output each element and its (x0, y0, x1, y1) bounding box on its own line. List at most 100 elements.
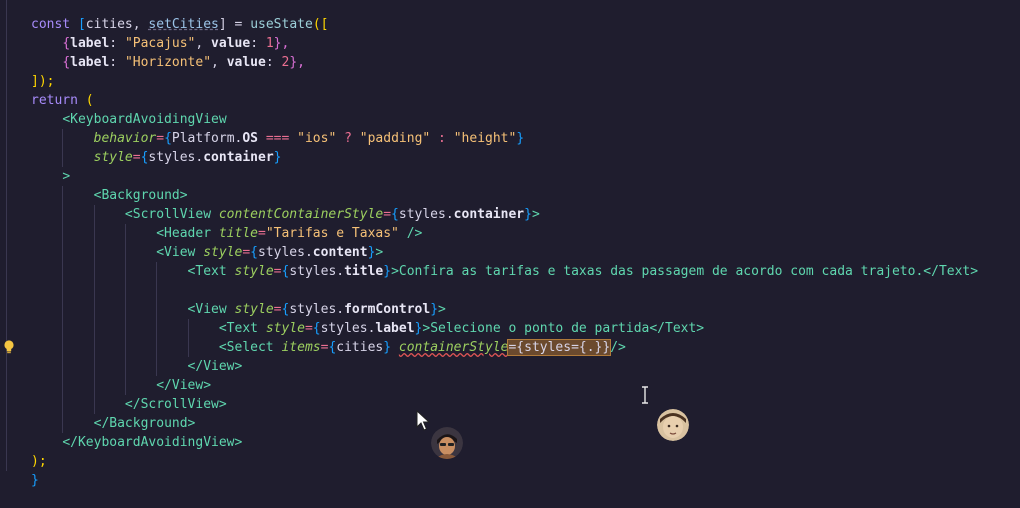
code-line[interactable]: } (31, 471, 39, 490)
code-editor[interactable]: const [cities, setCities] = useState([ {… (0, 0, 1020, 508)
code-token: = (242, 245, 251, 260)
code-token: } (430, 302, 439, 317)
code-line[interactable]: ]); (31, 72, 54, 91)
code-line[interactable]: <Select items={cities} containerStyle={s… (31, 338, 626, 357)
code-token: ] = (218, 17, 251, 32)
code-token: { (164, 131, 172, 146)
code-line[interactable]: </View> (31, 376, 211, 395)
code-token: { (391, 207, 399, 222)
code-token: <Text (187, 264, 235, 279)
code-token: <Select (218, 340, 282, 355)
code-token: } (516, 131, 525, 146)
code-token: styles (148, 150, 196, 165)
code-token: /> (610, 340, 626, 355)
code-token: label (70, 36, 110, 51)
code-line[interactable]: <ScrollView contentContainerStyle={style… (31, 205, 540, 224)
code-line[interactable]: </ScrollView> (31, 395, 227, 414)
code-token: >Confira as tarifas e taxas das passagem… (391, 264, 979, 279)
code-token: ); (31, 454, 47, 469)
code-line[interactable]: {label: "Horizonte", value: 2}, (31, 53, 305, 72)
code-line[interactable]: const [cities, setCities] = useState([ (31, 15, 328, 34)
code-line[interactable]: style={styles.container} (31, 148, 282, 167)
code-token: style (234, 264, 274, 279)
code-token: value (211, 36, 251, 51)
code-token: containerStyle (398, 340, 509, 355)
code-token: [ (77, 17, 86, 32)
code-token: ={styles={.}} (507, 339, 612, 356)
code-token: OS (242, 131, 259, 146)
code-token: <ScrollView (124, 207, 219, 222)
code-token: , (211, 55, 227, 70)
code-token: style (203, 245, 243, 260)
code-token: === (258, 131, 298, 146)
code-token: behavior (93, 131, 157, 146)
mouse-pointer-icon (416, 410, 431, 431)
code-token: items (281, 340, 321, 355)
code-token: = (156, 131, 165, 146)
code-token: . (336, 264, 345, 279)
code-token: styles (289, 302, 337, 317)
code-token: } (31, 473, 39, 488)
code-token: > (438, 302, 446, 317)
code-token: = (132, 150, 141, 165)
code-token: styles (289, 264, 337, 279)
code-token: title (218, 226, 258, 241)
code-line[interactable]: </KeyboardAvoidingView> (31, 433, 242, 452)
code-line[interactable]: </Background> (31, 414, 196, 433)
code-token: > (62, 169, 71, 184)
code-line[interactable]: return ( (31, 91, 94, 110)
code-token: const (31, 17, 78, 32)
code-token: { (250, 245, 258, 260)
code-line[interactable]: {label: "Pacajus", value: 1}, (31, 34, 289, 53)
code-line[interactable]: <View style={styles.formControl}> (31, 300, 446, 319)
code-line[interactable]: <Background> (31, 186, 188, 205)
avatar-image (431, 427, 463, 459)
code-token: ]); (31, 74, 55, 89)
code-token: }, (273, 36, 290, 51)
code-line[interactable]: behavior={Platform.OS === "ios" ? "paddi… (31, 129, 525, 148)
code-line[interactable]: <KeyboardAvoidingView (31, 110, 226, 129)
code-token: : (250, 36, 266, 51)
code-token: , (195, 36, 212, 51)
code-token: . (304, 245, 313, 260)
code-token: style (93, 150, 133, 165)
code-token: "Horizonte" (124, 55, 212, 70)
code-line[interactable]: ); (31, 452, 47, 471)
collaborator-avatar[interactable] (657, 409, 689, 441)
code-line[interactable]: </View> (31, 357, 243, 376)
code-token: cities (336, 340, 384, 355)
code-token: }, (289, 55, 305, 70)
code-token: "ios" (297, 131, 337, 146)
code-token: styles (398, 207, 446, 222)
code-token: } (273, 150, 282, 165)
code-line[interactable]: > (31, 167, 70, 186)
code-token: } (383, 264, 392, 279)
code-line[interactable]: <Text style={styles.title}>Confira as ta… (31, 262, 979, 281)
code-line[interactable]: <Text style={styles.label}>Selecione o p… (31, 319, 704, 338)
lightbulb-icon[interactable] (3, 339, 15, 355)
code-token: { (62, 36, 71, 51)
code-token: = (258, 226, 266, 241)
code-token: : (109, 36, 125, 51)
code-line[interactable]: <Header title="Tarifas e Taxas" /> (31, 224, 422, 243)
code-token: return (31, 93, 86, 108)
code-token: </Background> (93, 416, 196, 431)
code-token: label (375, 321, 415, 336)
code-token: value (226, 55, 266, 70)
code-line[interactable]: <View style={styles.content}> (31, 243, 383, 262)
code-token: "padding" (359, 131, 431, 146)
collaborator-avatar[interactable] (431, 427, 463, 459)
code-token: . (445, 207, 454, 222)
